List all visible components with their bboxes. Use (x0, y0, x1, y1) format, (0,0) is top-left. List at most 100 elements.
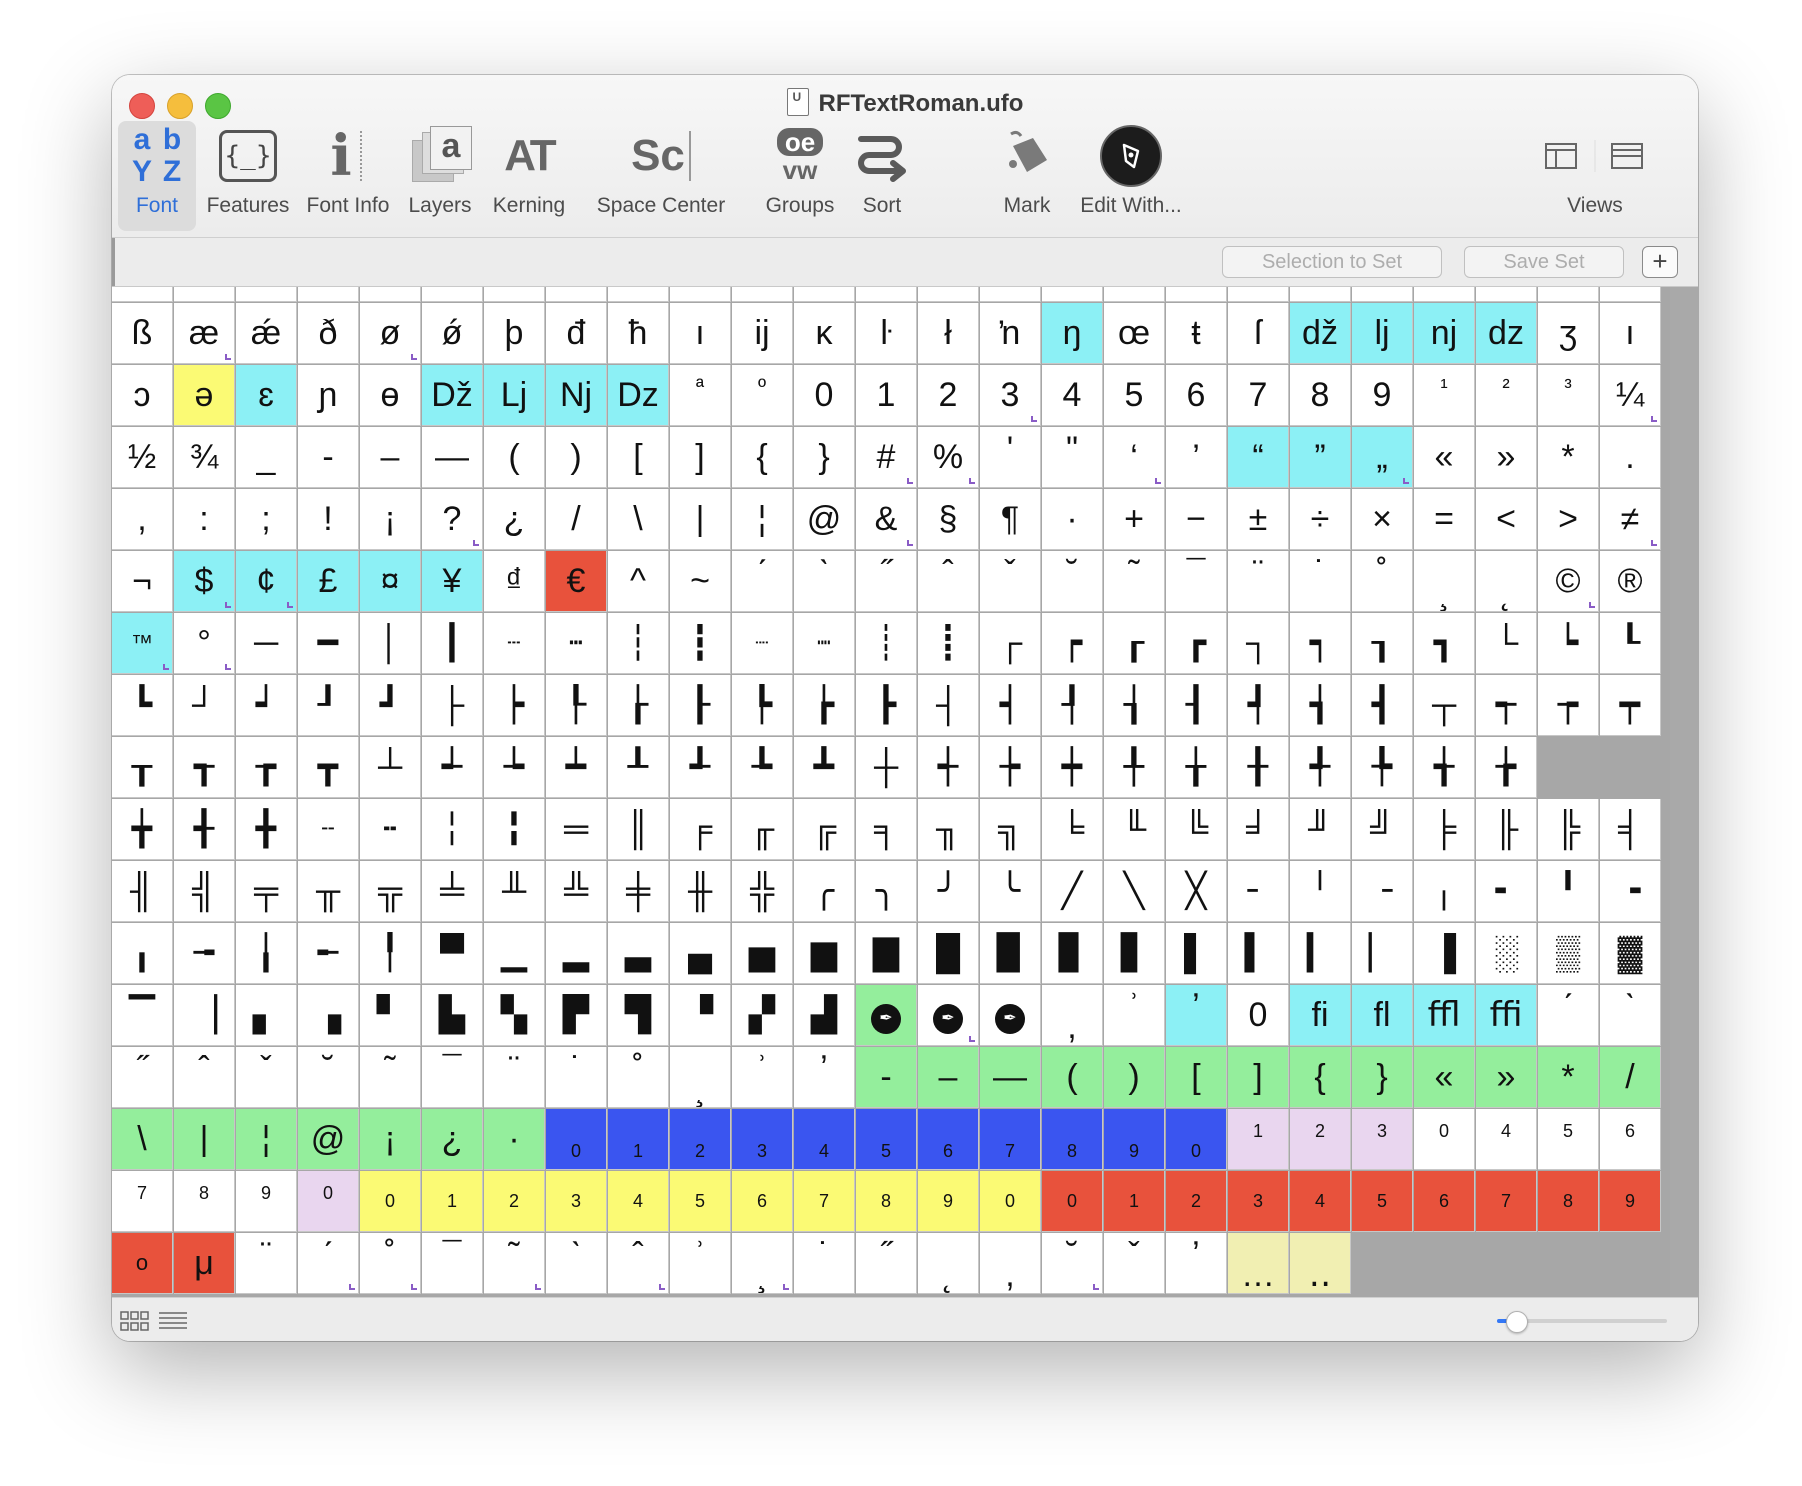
glyph-cell[interactable]: ▟ (794, 985, 855, 1046)
glyph-cell[interactable]: ¯ (422, 1233, 483, 1294)
glyph-cell[interactable]: 0 (1166, 1109, 1227, 1170)
glyph-cell[interactable]: ˜ (484, 1233, 545, 1294)
glyph-cell[interactable]: ˙ (794, 1233, 855, 1294)
glyph-cell[interactable]: ╆ (1476, 737, 1537, 798)
glyph-cell[interactable]: ┊ (856, 613, 917, 674)
glyph-cell[interactable]: 6 (1166, 365, 1227, 426)
glyph-cell[interactable]: ˜ (1104, 551, 1165, 612)
glyph-cell[interactable]: ˋ (546, 1233, 607, 1294)
glyph-cell[interactable]: ╈ (112, 799, 173, 860)
glyph-cell[interactable]: ( (484, 427, 545, 488)
glyph-cell-partial[interactable] (732, 287, 793, 302)
glyph-cell[interactable]: ˆ (918, 551, 979, 612)
glyph-cell[interactable]: · (1042, 489, 1103, 550)
glyph-cell[interactable]: ˊ (1538, 985, 1599, 1046)
glyph-cell[interactable]: œ (1104, 303, 1165, 364)
glyph-cell[interactable]: ╥ (298, 861, 359, 922)
glyph-cell[interactable]: § (918, 489, 979, 550)
glyph-cell[interactable]: — (980, 1047, 1041, 1108)
glyph-cell[interactable]: { (732, 427, 793, 488)
glyph-cell[interactable]: 3 (1228, 1171, 1289, 1232)
glyph-cell-partial[interactable] (1228, 287, 1289, 302)
glyph-cell[interactable]: ! (298, 489, 359, 550)
glyph-cell[interactable]: ± (1228, 489, 1289, 550)
glyph-cell[interactable]: ▅ (732, 923, 793, 984)
glyph-cell-partial[interactable] (112, 287, 173, 302)
glyph-cell[interactable]: ┻ (794, 737, 855, 798)
glyph-cell[interactable]: ≠ (1600, 489, 1661, 550)
glyph-cell[interactable]: ▇ (856, 923, 917, 984)
glyph-cell-partial[interactable] (794, 287, 855, 302)
glyph-cell[interactable]: – (918, 1047, 979, 1108)
glyph-cell[interactable]: ˝ (856, 1233, 917, 1294)
glyph-cell[interactable]: μ (174, 1233, 235, 1294)
selection-to-set-button[interactable]: Selection to Set (1222, 246, 1442, 278)
glyph-cell[interactable]: @ (298, 1109, 359, 1170)
glyph-cell[interactable]: ╓ (732, 799, 793, 860)
glyph-grid-scrollbar[interactable] (1670, 287, 1698, 1297)
glyph-cell[interactable]: 0 (794, 365, 855, 426)
glyph-cell[interactable]: 0 (360, 1171, 421, 1232)
glyph-cell[interactable]: ŧ (1166, 303, 1227, 364)
glyph-cell[interactable]: Dz (608, 365, 669, 426)
glyph-cell[interactable]: 7 (1228, 365, 1289, 426)
glyph-cell[interactable]: ¹ (1414, 365, 1475, 426)
glyph-cell[interactable]: - (856, 1047, 917, 1108)
glyph-cell[interactable]: ŉ (980, 303, 1041, 364)
glyph-cell[interactable]: ▋ (1104, 923, 1165, 984)
glyph-cell[interactable]: ʼ (1166, 1233, 1227, 1294)
glyph-cell[interactable]: ╫ (670, 861, 731, 922)
glyph-cell[interactable]: “ (1228, 427, 1289, 488)
glyph-cell[interactable]: ┐ (1228, 613, 1289, 674)
glyph-cell[interactable]: ^ (608, 551, 669, 612)
glyph-cell[interactable]: ╂ (1228, 737, 1289, 798)
glyph-cell[interactable]: ▙ (422, 985, 483, 1046)
glyph-cell-partial[interactable] (1104, 287, 1165, 302)
glyph-cell[interactable]: * (1538, 427, 1599, 488)
glyph-cell[interactable]: ¡ (360, 489, 421, 550)
glyph-cell[interactable]: ¥ (422, 551, 483, 612)
glyph-cell[interactable]: — (422, 427, 483, 488)
glyph-cell[interactable]: ╡ (1600, 799, 1661, 860)
glyph-cell[interactable]: ˇ (236, 1047, 297, 1108)
glyph-cell[interactable]: 4 (794, 1109, 855, 1170)
glyph-cell[interactable]: ▒ (1538, 923, 1599, 984)
glyph-cell[interactable]: ¤ (360, 551, 421, 612)
glyph-cell[interactable]: ┖ (1600, 613, 1661, 674)
glyph-cell[interactable]: ╍ (360, 799, 421, 860)
glyph-cell[interactable]: 7 (980, 1109, 1041, 1170)
glyph-cell[interactable]: 4 (1042, 365, 1103, 426)
glyph-cell[interactable]: ▕ (174, 985, 235, 1046)
glyph-cell[interactable]: ╧ (422, 861, 483, 922)
glyph-cell[interactable]: ┍ (1042, 613, 1103, 674)
glyph-cell[interactable]: } (1352, 1047, 1413, 1108)
glyph-cell[interactable]: ǿ (422, 303, 483, 364)
glyph-cell[interactable]: 5 (1104, 365, 1165, 426)
glyph-cell[interactable]: 3 (732, 1109, 793, 1170)
glyph-cell[interactable]: º (732, 365, 793, 426)
glyph-cell[interactable]: ə (174, 365, 235, 426)
glyph-cell[interactable]: ┪ (1290, 675, 1351, 736)
glyph-cell[interactable]: ┨ (1166, 675, 1227, 736)
glyph-cell[interactable]: þ (484, 303, 545, 364)
glyph-cell[interactable]: ╄ (1352, 737, 1413, 798)
glyph-cell[interactable]: ð (298, 303, 359, 364)
glyph-cell[interactable]: ǽ (236, 303, 297, 364)
glyph-cell[interactable]: ¨ (1228, 551, 1289, 612)
glyph-cell[interactable]: ˜ (360, 1047, 421, 1108)
toolbar-layers-button[interactable]: a Layers (402, 121, 478, 231)
glyph-cell[interactable]: \ (112, 1109, 173, 1170)
glyph-cell[interactable]: ╩ (546, 861, 607, 922)
glyph-cell[interactable]: ▛ (546, 985, 607, 1046)
list-view-icon[interactable] (158, 1310, 188, 1332)
glyph-cell[interactable]: ▂ (546, 923, 607, 984)
glyph-cell[interactable]: ▞ (732, 985, 793, 1046)
glyph-cell[interactable]: ~ (670, 551, 731, 612)
glyph-cell[interactable]: ɲ (298, 365, 359, 426)
glyph-cell[interactable]: ˚ (360, 1233, 421, 1294)
glyph-cell[interactable]: © (1538, 551, 1599, 612)
glyph-cell[interactable]: ░ (1476, 923, 1537, 984)
glyph-cell[interactable]: ┿ (1042, 737, 1103, 798)
glyph-cell[interactable]: ‘ (1104, 427, 1165, 488)
glyph-cell[interactable]: └ (1476, 613, 1537, 674)
